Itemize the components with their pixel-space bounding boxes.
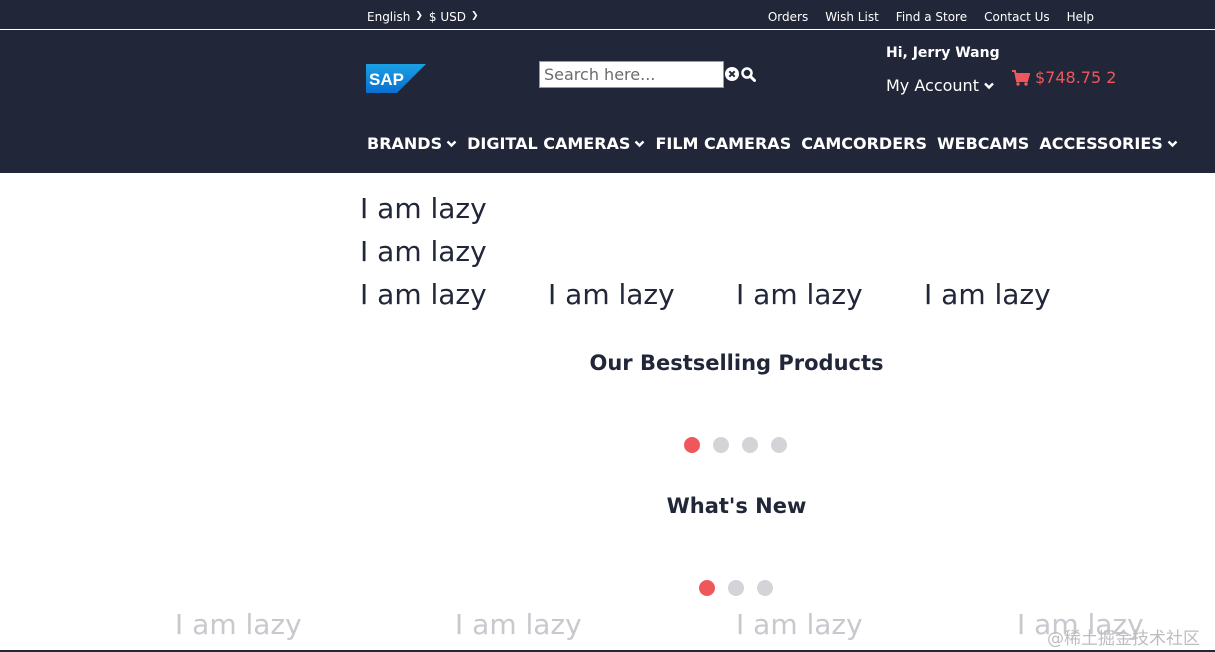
chevron-down-icon xyxy=(984,82,994,89)
utility-links: Orders Wish List Find a Store Contact Us… xyxy=(768,10,1094,24)
lazy-placeholder: I am lazy xyxy=(360,278,487,311)
nav-label: ACCESSORIES xyxy=(1039,134,1163,153)
carousel-dot[interactable] xyxy=(742,437,758,453)
language-selector[interactable]: English ❯ xyxy=(367,10,423,24)
whats-new-carousel-dots xyxy=(699,580,773,596)
my-account-label: My Account xyxy=(886,76,979,95)
lazy-placeholder: I am lazy xyxy=(360,235,487,268)
nav-item-brands[interactable]: BRANDS xyxy=(367,134,457,153)
wish-list-link[interactable]: Wish List xyxy=(825,10,879,24)
currency-selector[interactable]: $ USD ❯ xyxy=(429,10,479,24)
nav-label: WEBCAMS xyxy=(936,134,1030,153)
find-store-link[interactable]: Find a Store xyxy=(896,10,967,24)
carousel-dot[interactable] xyxy=(699,580,715,596)
cart-total: $748.75 2 xyxy=(1035,68,1117,87)
chevron-down-icon xyxy=(1167,140,1178,147)
language-label: English xyxy=(367,10,411,24)
nav-label: FILM CAMERAS xyxy=(655,134,792,153)
nav-item-webcams[interactable]: WEBCAMS xyxy=(937,134,1029,153)
locale-selectors: English ❯ $ USD ❯ xyxy=(367,10,479,24)
watermark-text: @稀土掘金技术社区 xyxy=(1047,629,1200,649)
lazy-placeholder: I am lazy xyxy=(736,608,863,641)
nav-label: CAMCORDERS xyxy=(801,134,927,153)
orders-link[interactable]: Orders xyxy=(768,10,808,24)
lazy-placeholder: I am lazy xyxy=(924,278,1051,311)
cart-icon xyxy=(1012,69,1030,86)
user-greeting: Hi, Jerry Wang xyxy=(886,45,1000,61)
nav-label: DIGITAL CAMERAS xyxy=(467,134,631,153)
chevron-down-icon xyxy=(635,140,645,147)
carousel-dot[interactable] xyxy=(757,580,773,596)
top-bar: English ❯ $ USD ❯ Orders Wish List Find … xyxy=(0,0,1215,30)
chevron-down-icon: ❯ xyxy=(415,11,423,21)
clear-search-icon[interactable] xyxy=(725,67,739,81)
mini-cart[interactable]: $748.75 2 xyxy=(1012,68,1116,87)
lazy-placeholder: I am lazy xyxy=(455,608,582,641)
lazy-placeholder: I am lazy xyxy=(736,278,863,311)
carousel-dot[interactable] xyxy=(728,580,744,596)
nav-label: BRANDS xyxy=(367,134,443,153)
nav-item-accessories[interactable]: ACCESSORIES xyxy=(1039,134,1178,153)
lazy-placeholder: I am lazy xyxy=(360,192,487,225)
chevron-down-icon xyxy=(446,140,457,147)
lazy-placeholder: I am lazy xyxy=(175,608,302,641)
nav-item-digital-cameras[interactable]: DIGITAL CAMERAS xyxy=(467,134,645,153)
chevron-down-icon: ❯ xyxy=(470,11,479,21)
currency-label: $ USD xyxy=(428,10,466,24)
logo-text: SAP xyxy=(369,70,404,89)
help-link[interactable]: Help xyxy=(1067,10,1094,24)
whats-new-title: What's New xyxy=(666,494,807,518)
carousel-dot[interactable] xyxy=(713,437,729,453)
search-input[interactable] xyxy=(539,61,724,88)
carousel-dot[interactable] xyxy=(684,437,700,453)
site-header: English ❯ $ USD ❯ Orders Wish List Find … xyxy=(0,0,1215,173)
search-icon[interactable] xyxy=(741,67,756,82)
bestselling-title: Our Bestselling Products xyxy=(589,351,884,375)
my-account-dropdown[interactable]: My Account xyxy=(886,76,994,95)
bestselling-carousel-dots xyxy=(684,437,787,453)
nav-item-film-cameras[interactable]: FILM CAMERAS xyxy=(655,134,791,153)
carousel-dot[interactable] xyxy=(771,437,787,453)
lazy-placeholder: I am lazy xyxy=(548,278,675,311)
nav-item-camcorders[interactable]: CAMCORDERS xyxy=(801,134,927,153)
contact-us-link[interactable]: Contact Us xyxy=(984,10,1050,24)
category-nav: BRANDS DIGITAL CAMERAS FILM CAMERAS CAMC… xyxy=(367,134,1178,153)
sap-logo[interactable]: SAP xyxy=(366,64,426,93)
